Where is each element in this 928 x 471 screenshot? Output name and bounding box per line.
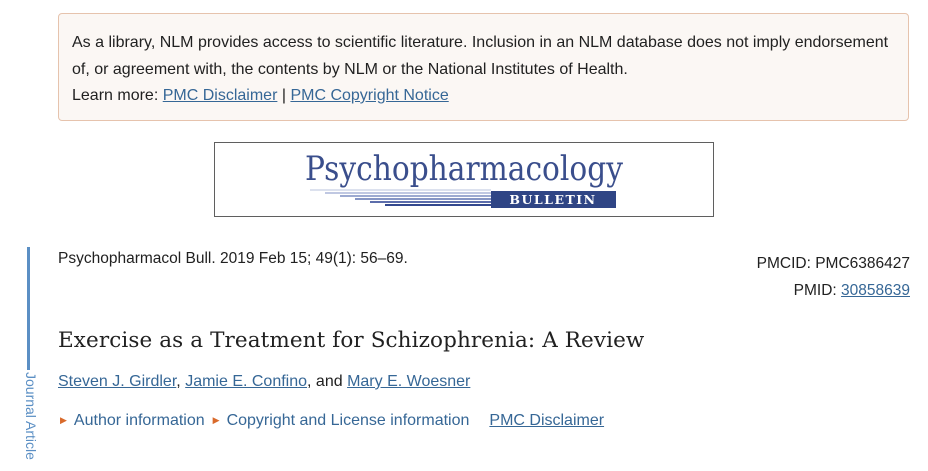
triangle-right-icon: ▶ <box>60 414 67 425</box>
journal-logo-title: Psychopharmacology <box>305 149 624 189</box>
pmid-link[interactable]: 30858639 <box>841 282 910 299</box>
learn-more-label: Learn more: <box>72 87 159 104</box>
author-link[interactable]: Jamie E. Confino <box>185 373 307 390</box>
journal-logo-stripes <box>310 189 491 206</box>
author-separator: , and <box>307 373 343 390</box>
author-list: Steven J. Girdler, Jamie E. Confino, and… <box>58 373 470 391</box>
author-information-label: Author information <box>73 412 205 429</box>
pmcid-value: PMC6386427 <box>815 255 910 272</box>
journal-article-tab-label: Journal Article <box>23 372 39 460</box>
article-page: As a library, NLM provides access to sci… <box>0 0 928 471</box>
nlm-disclaimer-notice: As a library, NLM provides access to sci… <box>58 13 909 121</box>
author-separator: , <box>176 373 181 390</box>
pmc-disclaimer-link[interactable]: PMC Disclaimer <box>163 87 278 104</box>
citation-text: Psychopharmacol Bull. 2019 Feb 15; 49(1)… <box>58 250 408 267</box>
author-link[interactable]: Mary E. Woesner <box>347 373 470 390</box>
journal-article-tab[interactable]: Journal Article <box>19 372 39 471</box>
author-link[interactable]: Steven J. Girdler <box>58 373 176 390</box>
article-identifiers: PMCID: PMC6386427 PMID: 30858639 <box>757 250 910 304</box>
author-information-toggle[interactable]: ▶ Author information <box>60 412 205 430</box>
pmid-label: PMID: <box>793 282 837 299</box>
journal-banner[interactable]: Psychopharmacology BULLETIN <box>214 142 714 217</box>
article-title: Exercise as a Treatment for Schizophreni… <box>58 328 645 353</box>
pmcid-row: PMCID: PMC6386427 <box>757 250 910 277</box>
journal-article-tab-line <box>27 247 30 370</box>
pmid-row: PMID: 30858639 <box>757 277 910 304</box>
disclaimer-text: As a library, NLM provides access to sci… <box>72 34 889 78</box>
pmc-disclaimer-info-link[interactable]: PMC Disclaimer <box>489 412 604 430</box>
copyright-license-label: Copyright and License information <box>226 412 470 429</box>
pmc-copyright-notice-link[interactable]: PMC Copyright Notice <box>290 87 448 104</box>
link-separator: | <box>281 87 286 104</box>
journal-logo: Psychopharmacology BULLETIN <box>305 149 624 208</box>
journal-logo-subtitle: BULLETIN <box>509 192 596 207</box>
triangle-right-icon: ▶ <box>212 414 220 425</box>
pmcid-label: PMCID: <box>756 255 811 272</box>
article-info-bar: ▶ Author information ▶ Copyright and Lic… <box>60 412 604 430</box>
copyright-license-toggle[interactable]: ▶ Copyright and License information <box>213 412 470 430</box>
